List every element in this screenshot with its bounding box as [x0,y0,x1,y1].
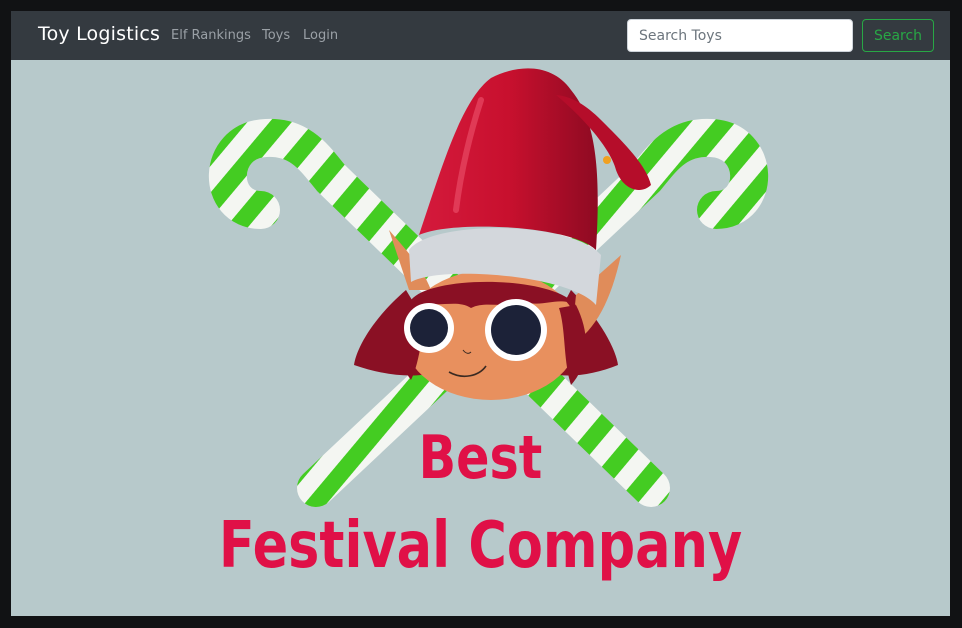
search-input[interactable] [627,19,853,52]
logo-text-best: Best [418,423,543,493]
search-button[interactable]: Search [862,19,934,52]
logo-text-festival-company: Festival Company [218,509,743,583]
nav-link-elf-rankings[interactable]: Elf Rankings [171,28,251,43]
nav-link-toys[interactable]: Toys [262,28,290,43]
brand-logo[interactable]: Toy Logistics [38,23,160,45]
hero-banner: Best Festival Company [11,60,950,616]
browser-viewport: Toy Logistics Elf Rankings Toys Login Se… [11,11,950,616]
nav-link-login[interactable]: Login [303,28,338,43]
top-navbar: Toy Logistics Elf Rankings Toys Login Se… [11,11,950,60]
